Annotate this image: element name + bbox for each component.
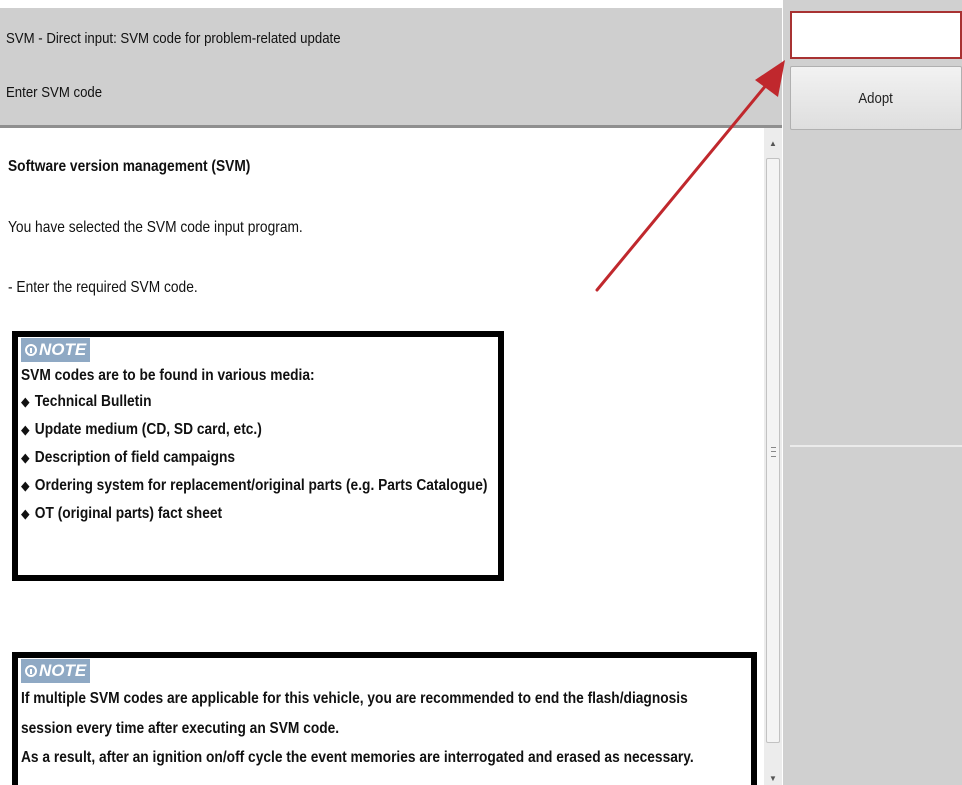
list-item: ◆ Update medium (CD, SD card, etc.) bbox=[21, 421, 262, 439]
note-tag: NOTE bbox=[21, 659, 91, 683]
note-tag: NOTE bbox=[21, 338, 91, 362]
list-item-text: Technical Bulletin bbox=[34, 393, 152, 410]
list-item: ◆ OT (original parts) fact sheet bbox=[21, 505, 222, 523]
note-box-multiple-codes: NOTE If multiple SVM codes are applicabl… bbox=[12, 652, 757, 785]
note-line: session every time after executing an SV… bbox=[21, 720, 340, 737]
list-item: ◆ Description of field campaigns bbox=[21, 449, 235, 467]
info-circle-icon bbox=[25, 665, 37, 677]
grip-icon bbox=[771, 447, 776, 457]
chevron-up-icon[interactable]: ▲ bbox=[764, 136, 782, 150]
vertical-scrollbar[interactable]: ▲ ▼ bbox=[764, 128, 782, 785]
note-box-svm-sources: NOTE SVM codes are to be found in variou… bbox=[12, 331, 504, 581]
scrollbar-thumb[interactable] bbox=[766, 158, 780, 743]
list-item: ◆ Ordering system for replacement/origina… bbox=[21, 477, 487, 495]
note-line: If multiple SVM codes are applicable for… bbox=[21, 690, 688, 707]
dialog-subtitle: Enter SVM code bbox=[6, 84, 103, 101]
list-item-text: Ordering system for replacement/original… bbox=[34, 477, 488, 494]
diamond-bullet-icon: ◆ bbox=[21, 394, 30, 409]
content-pane: Software version management (SVM) You ha… bbox=[0, 128, 764, 785]
paragraph-selected-program: You have selected the SVM code input pro… bbox=[8, 219, 303, 236]
svm-code-input[interactable] bbox=[790, 11, 962, 59]
note-line: As a result, after an ignition on/off cy… bbox=[21, 749, 694, 766]
paragraph-enter-code: - Enter the required SVM code. bbox=[8, 279, 198, 296]
adopt-button[interactable]: Adopt bbox=[790, 66, 962, 130]
list-item: ◆ Technical Bulletin bbox=[21, 393, 151, 411]
diamond-bullet-icon: ◆ bbox=[21, 478, 30, 493]
diamond-bullet-icon: ◆ bbox=[21, 422, 30, 437]
note-tag-label: NOTE bbox=[39, 340, 87, 359]
list-item-text: Description of field campaigns bbox=[34, 449, 236, 466]
chevron-down-icon[interactable]: ▼ bbox=[764, 771, 782, 785]
list-item-text: Update medium (CD, SD card, etc.) bbox=[34, 421, 262, 438]
side-panel-divider bbox=[790, 445, 962, 447]
list-item-text: OT (original parts) fact sheet bbox=[34, 505, 223, 522]
dialog-title: SVM - Direct input: SVM code for problem… bbox=[6, 30, 341, 47]
info-circle-icon bbox=[25, 344, 37, 356]
diamond-bullet-icon: ◆ bbox=[21, 450, 30, 465]
note-intro: SVM codes are to be found in various med… bbox=[21, 367, 315, 384]
adopt-button-label: Adopt bbox=[858, 89, 894, 107]
content-heading: Software version management (SVM) bbox=[8, 158, 251, 175]
diamond-bullet-icon: ◆ bbox=[21, 506, 30, 521]
dialog-header: SVM - Direct input: SVM code for problem… bbox=[0, 8, 782, 128]
note-tag-label: NOTE bbox=[39, 661, 87, 680]
